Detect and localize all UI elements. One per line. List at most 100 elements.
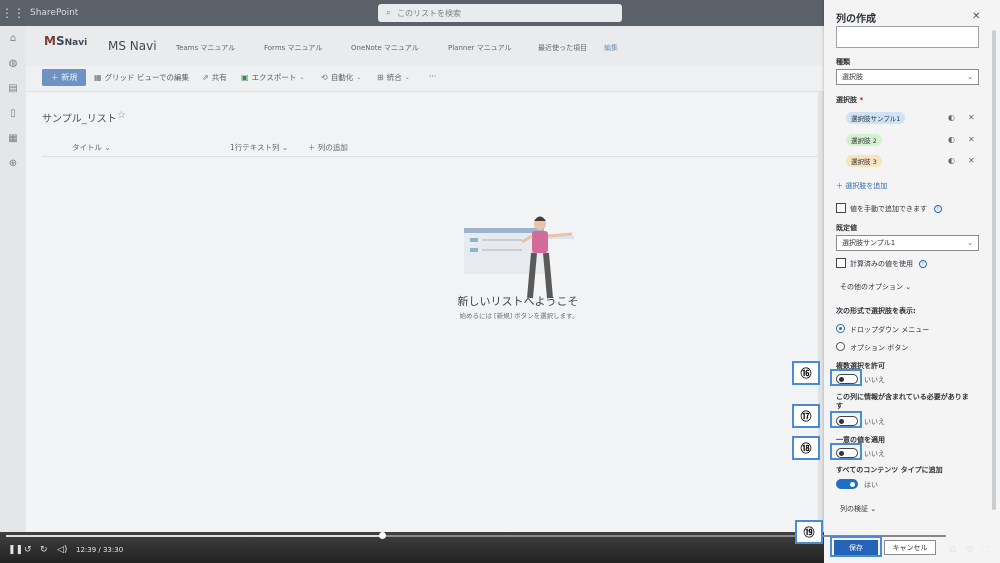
calculated-value-label: 計算済みの値を使用: [850, 260, 913, 268]
globe-icon[interactable]: ◍: [0, 51, 26, 76]
main-content: MSNavi MS Navi Teams マニュアル Forms マニュアル O…: [26, 26, 824, 536]
choice-chip-2[interactable]: 選択肢 2: [846, 134, 882, 146]
info-icon[interactable]: i: [919, 260, 927, 268]
nav-item-recent[interactable]: 最近使った項目: [538, 43, 587, 53]
grid-edit-button[interactable]: ▦ グリッド ビューでの編集: [94, 72, 189, 83]
search-placeholder: このリストを検索: [397, 8, 462, 18]
export-button[interactable]: ▣ エクスポート ⌄: [241, 72, 304, 83]
add-icon[interactable]: ⊕: [0, 151, 26, 176]
option-buttons-radio[interactable]: [836, 342, 845, 351]
share-button[interactable]: ⇗ 共有: [202, 72, 227, 83]
chevron-down-icon: ⌄: [356, 74, 362, 81]
volume-icon[interactable]: ◁): [57, 545, 67, 555]
panel-title: 列の作成: [836, 14, 876, 25]
logo-navi: Navi: [64, 38, 88, 48]
type-select-value: 選択肢: [842, 73, 863, 81]
nav-item-planner[interactable]: Planner マニュアル: [448, 43, 512, 53]
chevron-down-icon: ⌄: [967, 73, 973, 81]
welcome-heading: 新しいリストへようこそ: [457, 295, 579, 308]
choices-label: 選択肢 *: [836, 96, 864, 104]
export-label: エクスポート: [251, 73, 297, 82]
app-launcher-icon[interactable]: ⋮⋮: [0, 0, 26, 26]
integrate-label: 統合: [386, 73, 402, 82]
callout-19-highlight: [830, 536, 882, 557]
display-format-label: 次の形式で選択肢を表示:: [836, 307, 916, 315]
column-validation-toggle[interactable]: 列の検証 ⌄: [840, 504, 876, 514]
new-button-label: 新規: [61, 73, 78, 82]
column-header-text[interactable]: 1行テキスト列 ⌄: [230, 142, 288, 153]
app-rail: ⌂ ◍ ▤ ▯ ▦ ⊕: [0, 26, 26, 536]
dropdown-radio[interactable]: [836, 324, 845, 333]
site-name[interactable]: MS Navi: [108, 39, 157, 53]
search-box[interactable]: ⌕ このリストを検索: [378, 4, 622, 22]
share-label: 共有: [211, 73, 227, 82]
choice-chip-1[interactable]: 選択肢サンプル1: [846, 112, 906, 124]
callout-18-highlight: [830, 443, 862, 460]
choice-chip-3[interactable]: 選択肢 3: [846, 155, 882, 167]
color-palette-icon[interactable]: ◐: [948, 113, 955, 122]
grid-edit-label: グリッド ビューでの編集: [104, 73, 189, 82]
cancel-button[interactable]: キャンセル: [884, 540, 936, 555]
type-select[interactable]: 選択肢 ⌄: [836, 69, 979, 85]
fullscreen-icon[interactable]: ⛶: [983, 545, 989, 555]
logo-s: S: [55, 34, 65, 48]
color-palette-icon[interactable]: ◐: [948, 156, 955, 165]
welcome-subtext: 始めるには [新規] ボタンを選択します。: [459, 312, 579, 320]
add-column-label: 列の追加: [317, 143, 348, 152]
nav-edit-link[interactable]: 編集: [604, 43, 618, 53]
remove-choice-icon[interactable]: ✕: [968, 156, 975, 165]
home-icon[interactable]: ⌂: [0, 26, 26, 51]
description-textarea[interactable]: [836, 26, 979, 48]
captions-icon[interactable]: ⧉: [950, 545, 956, 555]
grid-icon: ▦: [94, 73, 102, 82]
remove-choice-icon[interactable]: ✕: [968, 135, 975, 144]
column-validation-label: 列の検証: [840, 505, 868, 513]
more-commands-button[interactable]: ···: [429, 72, 436, 81]
content-types-label: すべてのコンテンツ タイプに追加: [836, 466, 943, 474]
integrate-icon: ⊞: [377, 73, 384, 82]
document-icon[interactable]: ▯: [0, 101, 26, 126]
close-icon[interactable]: ✕: [972, 11, 980, 22]
add-choice-label: 選択肢を追加: [845, 182, 888, 190]
calculated-value-checkbox[interactable]: [836, 258, 846, 268]
video-time: 12:39 / 33:30: [76, 546, 124, 554]
column-text-label: 1行テキスト列: [230, 143, 280, 152]
nav-item-onenote[interactable]: OneNote マニュアル: [351, 43, 419, 53]
search-icon: ⌕: [386, 8, 392, 18]
brand-label[interactable]: SharePoint: [30, 8, 78, 18]
video-seek-handle[interactable]: [379, 532, 386, 539]
default-value-select[interactable]: 選択肢サンプル1 ⌄: [836, 235, 979, 251]
add-column-button[interactable]: ＋ 列の追加: [308, 142, 348, 153]
column-divider: [42, 156, 824, 157]
nav-item-teams[interactable]: Teams マニュアル: [176, 43, 235, 53]
list-icon[interactable]: ▦: [0, 126, 26, 151]
new-button[interactable]: ＋ 新規: [42, 69, 86, 86]
panel-scrollbar[interactable]: [992, 30, 996, 510]
column-header-title[interactable]: タイトル ⌄: [72, 142, 111, 153]
forward-icon[interactable]: ↻: [40, 545, 48, 555]
column-title-label: タイトル: [72, 143, 102, 152]
info-icon[interactable]: i: [934, 205, 942, 213]
automate-button[interactable]: ⟲ 自動化 ⌄: [321, 72, 361, 83]
required-value: いいえ: [864, 418, 885, 426]
favorite-star-icon[interactable]: ☆: [117, 110, 126, 121]
rewind-icon[interactable]: ↺: [24, 545, 32, 555]
type-label: 種類: [836, 58, 850, 66]
more-options-toggle[interactable]: その他のオプション ⌄: [840, 282, 911, 292]
callout-17-highlight: [830, 411, 862, 428]
choices-label-text: 選択肢: [836, 96, 857, 104]
remove-choice-icon[interactable]: ✕: [968, 113, 975, 122]
settings-gear-icon[interactable]: ⚙: [966, 545, 974, 555]
color-palette-icon[interactable]: ◐: [948, 135, 955, 144]
content-types-toggle[interactable]: [836, 479, 858, 489]
required-label-cont: す: [836, 402, 843, 410]
site-logo[interactable]: MSNavi: [44, 34, 90, 58]
pause-icon[interactable]: ❚❚: [8, 545, 23, 555]
add-choice-link[interactable]: ＋ 選択肢を追加: [836, 181, 887, 191]
manual-values-checkbox[interactable]: [836, 203, 846, 213]
default-value-text: 選択肢サンプル1: [842, 239, 896, 247]
nav-item-forms[interactable]: Forms マニュアル: [264, 43, 322, 53]
callout-17: ⑰: [792, 404, 820, 428]
news-icon[interactable]: ▤: [0, 76, 26, 101]
integrate-button[interactable]: ⊞ 統合 ⌄: [377, 72, 410, 83]
